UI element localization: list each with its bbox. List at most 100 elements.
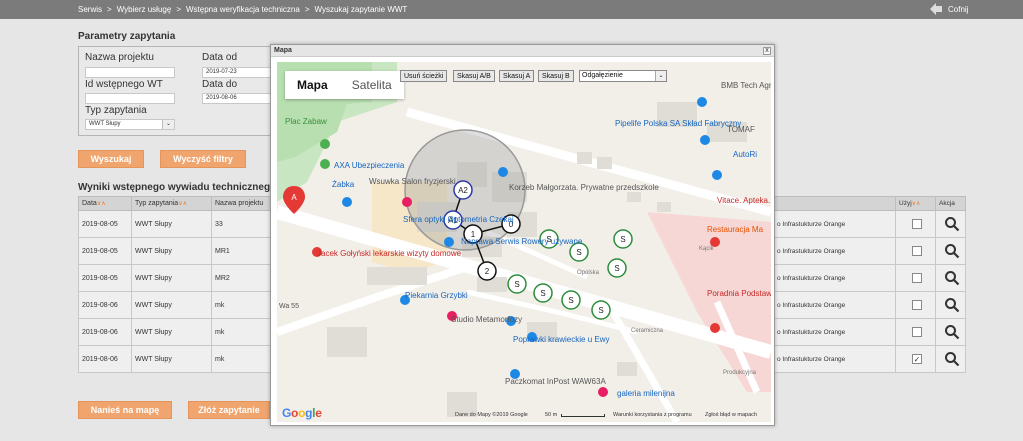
- svg-text:TOMAF: TOMAF: [727, 125, 755, 134]
- map-canvas[interactable]: A2 A1 1 0 2 SSSSSSSS A Plac Zabaw AXA Ub…: [277, 62, 771, 422]
- clear-filters-button[interactable]: Wyczyść filtry: [160, 150, 246, 168]
- svg-text:S: S: [598, 306, 603, 315]
- action-cell: [935, 291, 966, 319]
- project-name-label: Nazwa projektu: [85, 52, 154, 63]
- svg-text:S: S: [514, 280, 519, 289]
- svg-text:galeria milenijna: galeria milenijna: [617, 389, 675, 398]
- use-checkbox-cell: [895, 318, 936, 346]
- table-row[interactable]: o Infrastukturze Orange: [773, 264, 966, 292]
- use-checkbox[interactable]: [912, 273, 922, 283]
- column-header-project[interactable]: Nazwa projektu: [211, 196, 272, 211]
- search-icon[interactable]: [944, 216, 960, 232]
- use-checkbox[interactable]: [912, 246, 922, 256]
- marker-s[interactable]: S: [591, 300, 611, 320]
- map-view[interactable]: A2 A1 1 0 2 S S S S S S S S A Plac Zabaw…: [277, 62, 771, 422]
- column-header-info: [773, 196, 896, 211]
- table-row[interactable]: 2019-08-05 WWT Słupy MR2: [78, 264, 272, 292]
- svg-text:S: S: [576, 248, 581, 257]
- back-arrow-icon: [930, 3, 942, 15]
- svg-text:S: S: [620, 235, 625, 244]
- plot-on-map-button[interactable]: Nanieś na mapę: [78, 401, 172, 419]
- map-terms-link[interactable]: Warunki korzystania z programu: [613, 412, 692, 418]
- submit-query-button[interactable]: Złóż zapytanie: [188, 401, 270, 419]
- back-button[interactable]: Cofnij: [929, 2, 968, 16]
- map-modal: Mapa x A2 A1 1 0 2 S S S S S S S S A Pla…: [270, 44, 775, 426]
- column-header-date[interactable]: Data∨∧: [78, 196, 132, 211]
- column-header-use[interactable]: Użyj∨∧: [895, 196, 936, 211]
- table-row[interactable]: o Infrastukturze Orange: [773, 318, 966, 346]
- search-icon[interactable]: [944, 324, 960, 340]
- table-cell: 2019-08-06: [78, 318, 132, 346]
- table-cell: 2019-08-06: [78, 291, 132, 319]
- query-type-select[interactable]: WWT Słupy ⌄: [85, 119, 175, 130]
- use-checkbox[interactable]: ✓: [912, 354, 922, 364]
- svg-text:Plac Zabaw: Plac Zabaw: [285, 117, 327, 126]
- delete-ab-button[interactable]: Skasuj A/B: [453, 70, 495, 82]
- sort-icon: ∨∧: [911, 201, 921, 207]
- svg-text:Produkcyjna: Produkcyjna: [723, 370, 757, 376]
- marker-s[interactable]: S: [533, 283, 553, 303]
- breadcrumb-separator: >: [176, 5, 181, 14]
- column-header-type[interactable]: Typ zapytania∨∧: [131, 196, 212, 211]
- use-checkbox-cell: ✓: [895, 345, 936, 373]
- table-row[interactable]: o Infrastukturze Orange ✓: [773, 345, 966, 373]
- breadcrumb-item[interactable]: Wstępna weryfikacja techniczna: [186, 5, 300, 14]
- map-type-satelita[interactable]: Satelita: [340, 71, 404, 99]
- table-row[interactable]: 2019-08-06 WWT Słupy mk: [78, 345, 272, 373]
- table-row[interactable]: 2019-08-06 WWT Słupy mk: [78, 318, 272, 346]
- params-title: Parametry zapytania: [78, 31, 176, 42]
- table-row[interactable]: o Infrastukturze Orange: [773, 210, 966, 238]
- search-button[interactable]: Wyszukaj: [78, 150, 144, 168]
- table-cell: WWT Słupy: [131, 237, 212, 265]
- remove-paths-button[interactable]: Usuń ścieżki: [400, 70, 448, 82]
- svg-text:Kącik: Kącik: [699, 246, 715, 252]
- table-row[interactable]: o Infrastukturze Orange: [773, 237, 966, 265]
- marker-a2[interactable]: A2: [453, 180, 473, 200]
- marker-s[interactable]: S: [561, 290, 581, 310]
- breadcrumb-item[interactable]: Wybierz usługę: [117, 5, 172, 14]
- search-icon[interactable]: [944, 351, 960, 367]
- branch-select[interactable]: Odgałęzienie ⌄: [579, 70, 667, 82]
- delete-b-button[interactable]: Skasuj B: [538, 70, 574, 82]
- top-bar: Serwis > Wybierz usługę > Wstępna weryfi…: [0, 0, 1023, 19]
- table-cell: MR1: [211, 237, 272, 265]
- svg-text:Sfera optyki Optometria Czekaj: Sfera optyki Optometria Czekaj: [403, 215, 514, 224]
- use-checkbox[interactable]: [912, 219, 922, 229]
- action-cell: [935, 210, 966, 238]
- svg-text:A: A: [291, 193, 297, 202]
- use-checkbox[interactable]: [912, 327, 922, 337]
- table-row[interactable]: 2019-08-05 WWT Słupy 33: [78, 210, 272, 238]
- svg-text:Wa 55: Wa 55: [279, 303, 299, 310]
- table-cell: mk: [211, 318, 272, 346]
- table-cell: 2019-08-05: [78, 210, 132, 238]
- project-name-field[interactable]: [85, 67, 175, 78]
- map-report-link[interactable]: Zgłoś błąd w mapach: [705, 412, 757, 418]
- breadcrumb-item[interactable]: Serwis: [78, 5, 102, 14]
- table-cell: MR2: [211, 264, 272, 292]
- svg-text:2: 2: [485, 267, 490, 276]
- table-row[interactable]: o Infrastukturze Orange: [773, 291, 966, 319]
- sort-icon: ∨∧: [96, 201, 106, 207]
- svg-text:Piekarnia Grzybki: Piekarnia Grzybki: [405, 291, 468, 300]
- id-wt-field[interactable]: [85, 93, 175, 104]
- svg-text:BMB Tech Agregaty: BMB Tech Agregaty: [721, 81, 771, 90]
- search-icon[interactable]: [944, 270, 960, 286]
- table-row[interactable]: 2019-08-06 WWT Słupy mk: [78, 291, 272, 319]
- marker-s[interactable]: S: [507, 274, 527, 294]
- map-type-mapa[interactable]: Mapa: [285, 71, 340, 99]
- marker-s[interactable]: S: [607, 258, 627, 278]
- search-icon[interactable]: [944, 297, 960, 313]
- svg-text:Vitace. Apteka. Ci: Vitace. Apteka. Ci: [717, 196, 771, 205]
- svg-text:Jacek Gołyński lekarskie wizyt: Jacek Gołyński lekarskie wizyty domowe: [317, 249, 462, 258]
- close-icon[interactable]: x: [763, 47, 771, 55]
- marker-point-2[interactable]: 2: [477, 261, 497, 281]
- use-checkbox[interactable]: [912, 300, 922, 310]
- table-cell: 2019-08-05: [78, 237, 132, 265]
- svg-text:Poradnia Podstaw Opieki Zdrowo: Poradnia Podstaw Opieki Zdrowotn: [707, 289, 771, 298]
- search-icon[interactable]: [944, 243, 960, 259]
- delete-a-button[interactable]: Skasuj A: [499, 70, 535, 82]
- table-cell: 2019-08-06: [78, 345, 132, 373]
- action-cell: [935, 264, 966, 292]
- table-row[interactable]: 2019-08-05 WWT Słupy MR1: [78, 237, 272, 265]
- marker-s[interactable]: S: [613, 229, 633, 249]
